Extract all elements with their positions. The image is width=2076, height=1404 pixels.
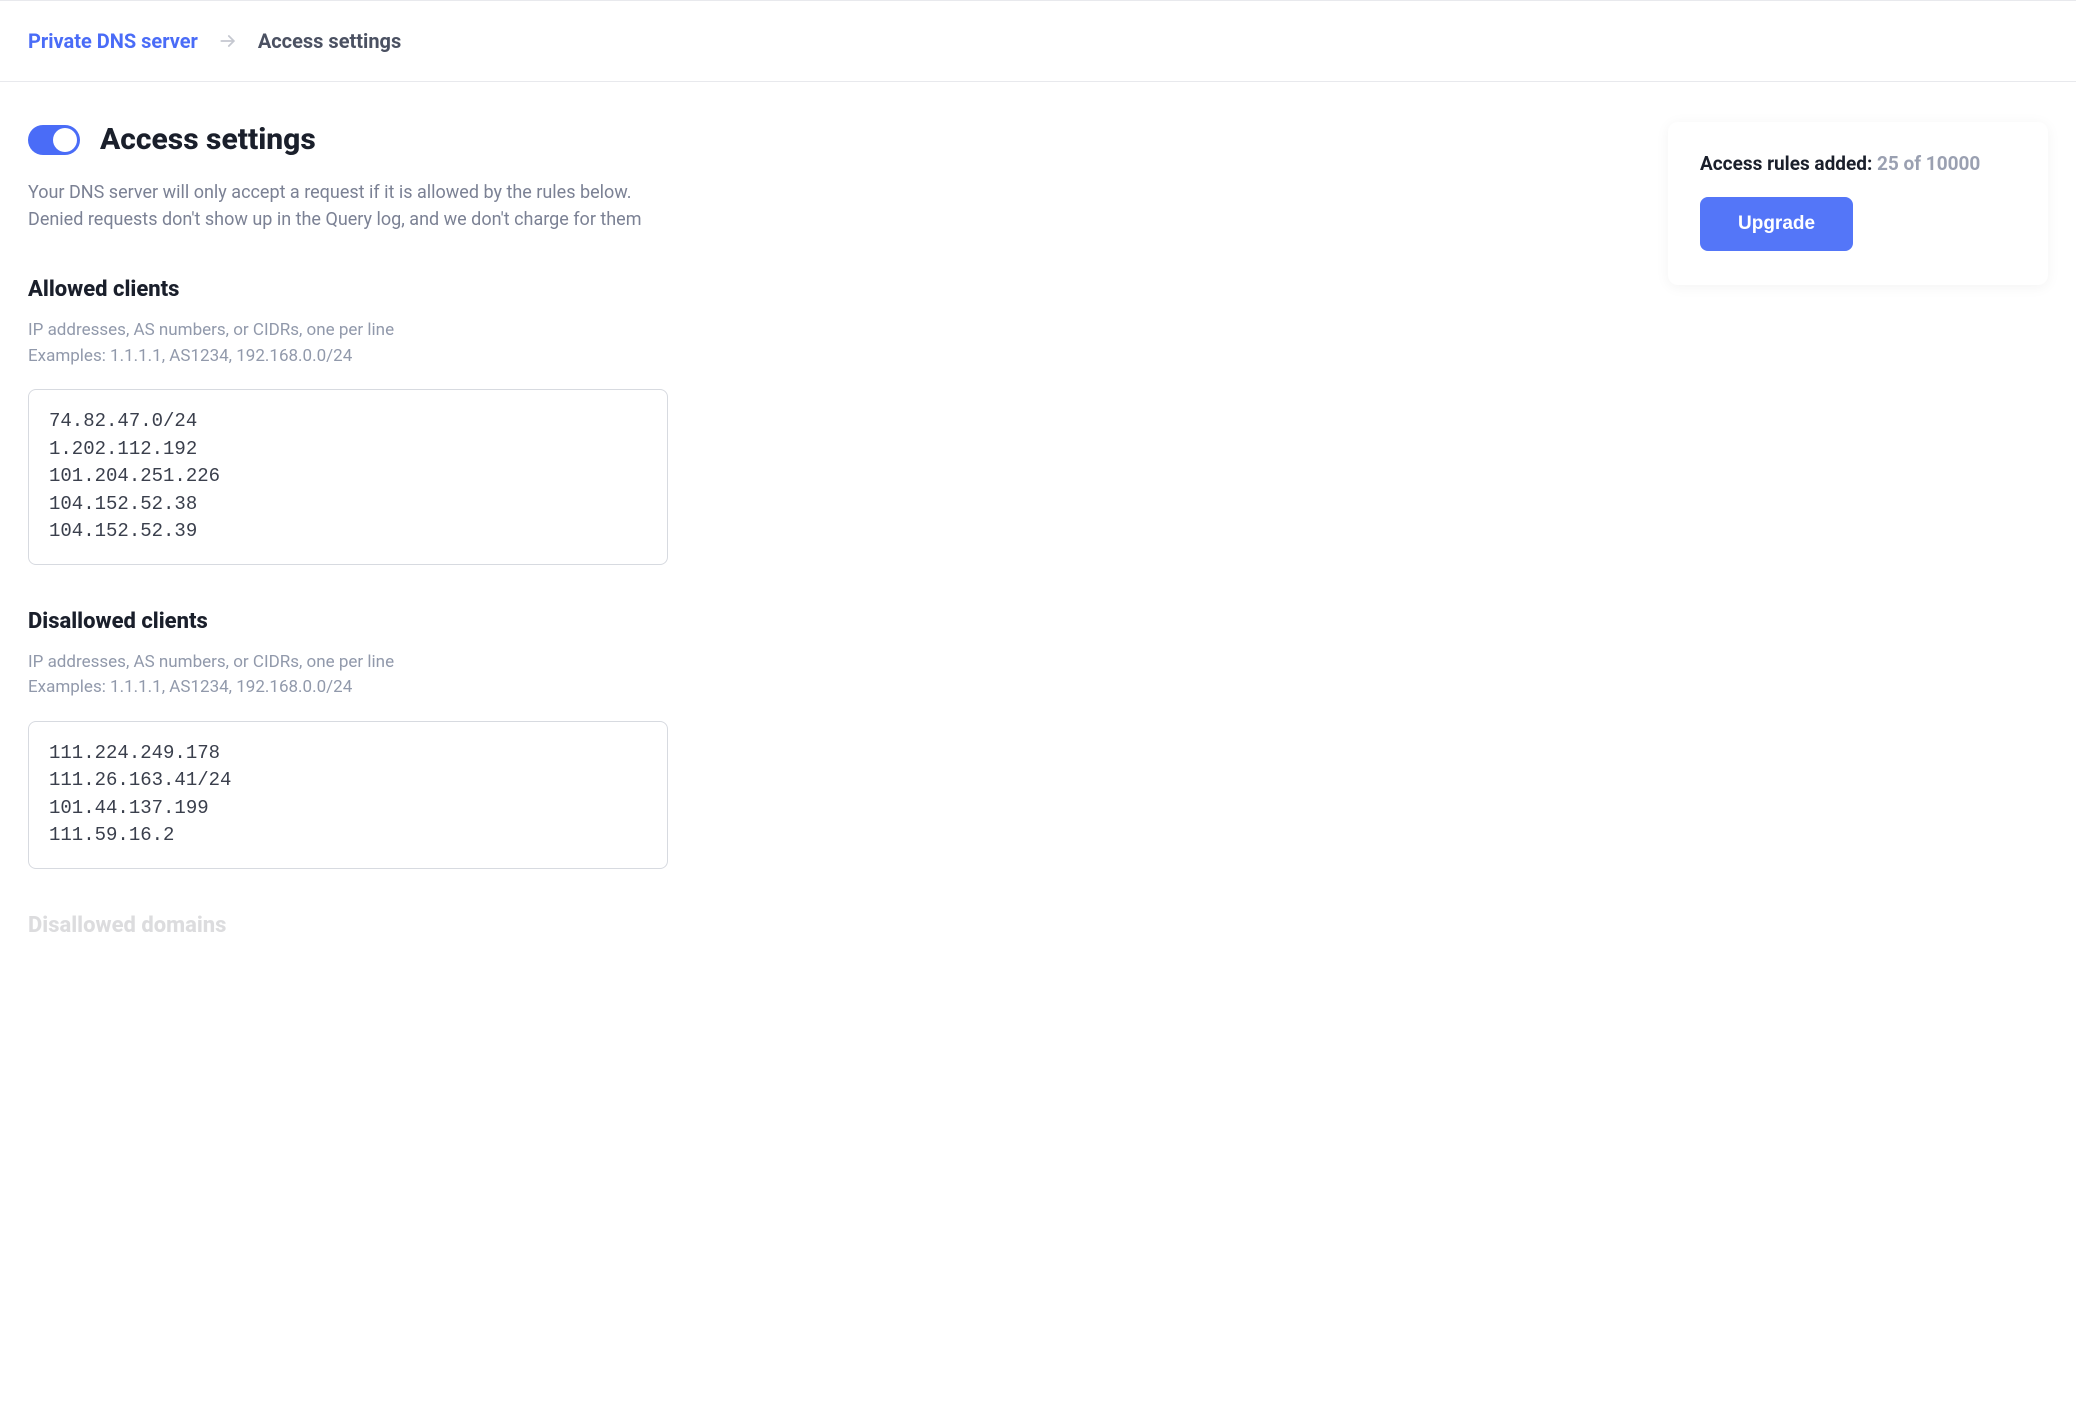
access-settings-toggle[interactable] <box>28 125 80 155</box>
access-rules-box: Access rules added: 25 of 10000 Upgrade <box>1668 122 2048 285</box>
main-content: Access settings Your DNS server will onl… <box>28 122 1628 954</box>
allowed-clients-input[interactable]: 74.82.47.0/24 1.202.112.192 101.204.251.… <box>28 389 668 565</box>
disallowed-clients-section: Disallowed clients IP addresses, AS numb… <box>28 609 1628 869</box>
disallowed-clients-desc: IP addresses, AS numbers, or CIDRs, one … <box>28 650 1628 701</box>
upgrade-button[interactable]: Upgrade <box>1700 197 1853 251</box>
access-rules-count-line: Access rules added: 25 of 10000 <box>1700 152 2016 175</box>
page-title: Access settings <box>100 122 316 157</box>
allowed-clients-section: Allowed clients IP addresses, AS numbers… <box>28 277 1628 565</box>
sidebar: Access rules added: 25 of 10000 Upgrade <box>1668 122 2048 285</box>
disallowed-clients-input[interactable]: 111.224.249.178 111.26.163.41/24 101.44.… <box>28 721 668 869</box>
toggle-knob <box>53 128 77 152</box>
disallowed-domains-section: Disallowed domains <box>28 913 1628 938</box>
arrow-right-icon <box>218 31 238 51</box>
access-rules-count: 25 of 10000 <box>1877 152 1980 175</box>
breadcrumb-current: Access settings <box>258 29 401 53</box>
access-rules-label: Access rules added: <box>1700 152 1877 175</box>
breadcrumb-root-link[interactable]: Private DNS server <box>28 29 198 53</box>
allowed-clients-title: Allowed clients <box>28 277 1628 302</box>
allowed-clients-desc: IP addresses, AS numbers, or CIDRs, one … <box>28 318 1628 369</box>
page-description: Your DNS server will only accept a reque… <box>28 179 1628 233</box>
disallowed-domains-title: Disallowed domains <box>28 913 1628 938</box>
breadcrumb: Private DNS server Access settings <box>0 1 2076 82</box>
disallowed-clients-title: Disallowed clients <box>28 609 1628 634</box>
